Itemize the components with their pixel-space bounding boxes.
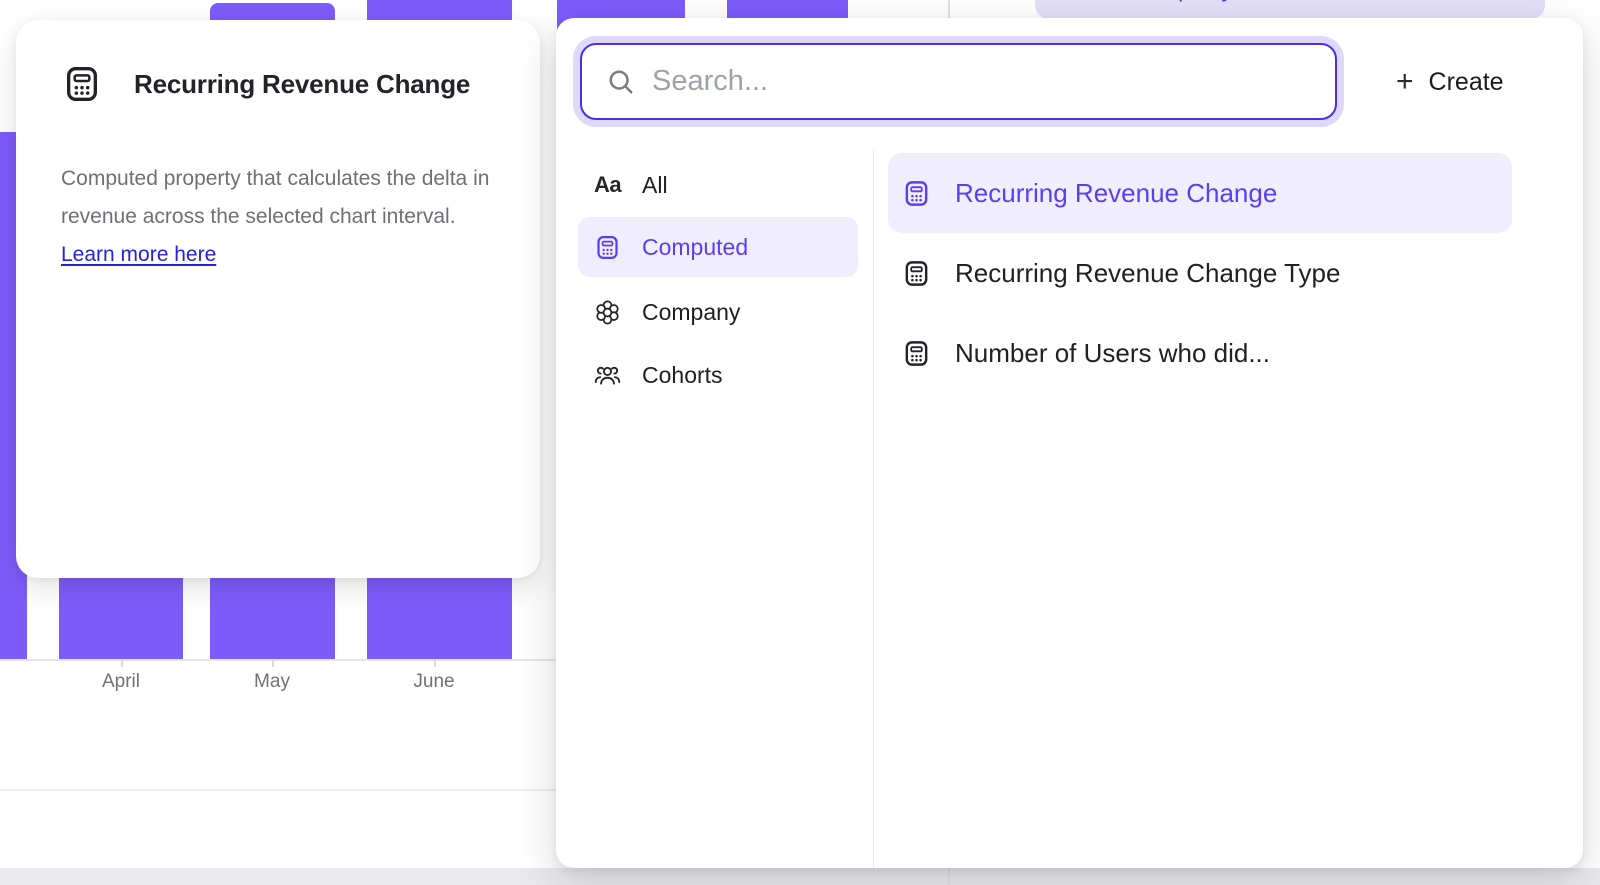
tooltip-title: Recurring Revenue Change	[134, 69, 470, 100]
tooltip-description-text: Computed property that calculates the de…	[61, 167, 489, 228]
chart-x-axis	[0, 659, 556, 661]
filter-item-computed[interactable]: Computed	[578, 217, 858, 277]
filter-item-cohorts[interactable]: Cohorts	[578, 345, 858, 405]
search-input[interactable]	[636, 45, 1335, 118]
result-item-recurring-revenue-change[interactable]: Recurring Revenue Change	[888, 153, 1512, 233]
modal-column-divider	[873, 150, 874, 868]
axis-tick	[272, 660, 274, 667]
page-bottom-strip	[0, 868, 1600, 885]
filter-item-company[interactable]: Company	[578, 282, 858, 342]
property-tooltip-card: Recurring Revenue Change Computed proper…	[16, 20, 540, 578]
cluster-icon	[594, 299, 621, 326]
axis-tick	[121, 660, 123, 667]
top-right-pill[interactable]: Company	[1035, 0, 1545, 19]
result-item-number-of-users[interactable]: Number of Users who did...	[888, 313, 1512, 393]
filter-item-label: Cohorts	[642, 362, 723, 389]
calculator-icon	[594, 234, 621, 261]
background-section-divider	[0, 789, 556, 791]
top-right-pill-text: Company	[1123, 0, 1234, 3]
filter-item-label: Computed	[642, 234, 748, 261]
calculator-icon	[902, 259, 931, 288]
filter-item-label: All	[642, 172, 668, 199]
magnifier-icon	[606, 67, 636, 97]
create-button-label: Create	[1429, 68, 1504, 97]
calculator-icon	[902, 339, 931, 368]
axis-tick	[434, 660, 436, 667]
filter-item-label: Company	[642, 299, 740, 326]
result-item-label: Recurring Revenue Change	[955, 178, 1277, 209]
calculator-icon	[62, 64, 102, 104]
calculator-icon	[902, 179, 931, 208]
create-button[interactable]: + Create	[1386, 56, 1514, 108]
search-field	[580, 43, 1337, 120]
learn-more-link[interactable]: Learn more here	[61, 243, 216, 266]
x-tick-label-may: May	[254, 671, 290, 693]
tooltip-description: Computed property that calculates the de…	[61, 160, 497, 274]
x-tick-label-april: April	[102, 671, 140, 693]
filter-item-all[interactable]: Aa All	[578, 155, 858, 215]
result-item-recurring-revenue-change-type[interactable]: Recurring Revenue Change Type	[888, 233, 1512, 313]
app-screen: April May June Company Recurring Revenue…	[0, 0, 1600, 885]
property-picker-modal: + Create Aa All Computed	[556, 18, 1583, 868]
plus-icon: +	[1396, 67, 1414, 97]
x-tick-label-june: June	[413, 671, 454, 693]
result-item-label: Recurring Revenue Change Type	[955, 258, 1340, 289]
people-icon	[594, 362, 621, 389]
tooltip-header: Recurring Revenue Change	[62, 64, 470, 104]
text-aa-icon: Aa	[594, 172, 621, 199]
result-item-label: Number of Users who did...	[955, 338, 1270, 369]
